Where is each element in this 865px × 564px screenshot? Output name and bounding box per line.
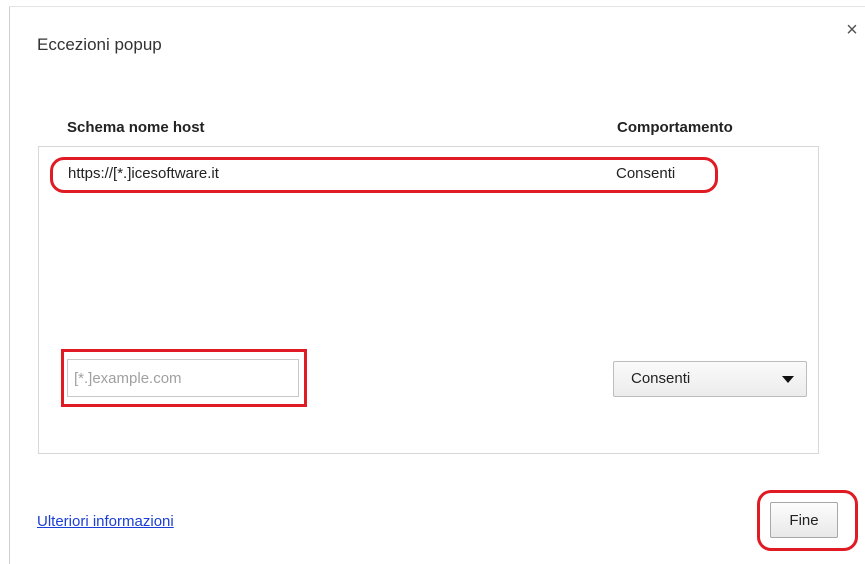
column-header-host-pattern: Schema nome host bbox=[67, 119, 205, 136]
done-button[interactable]: Fine bbox=[770, 502, 838, 538]
behavior-dropdown[interactable]: Consenti bbox=[613, 361, 807, 397]
behavior-dropdown-value: Consenti bbox=[631, 370, 691, 387]
more-info-link[interactable]: Ulteriori informazioni bbox=[37, 513, 174, 530]
annotation-highlight-input bbox=[61, 349, 307, 407]
popup-exceptions-dialog: Eccezioni popup × Schema nome host Compo… bbox=[0, 0, 865, 564]
chevron-down-icon bbox=[782, 376, 794, 383]
dialog-top-border bbox=[9, 6, 865, 7]
close-icon[interactable]: × bbox=[842, 20, 862, 40]
column-header-behavior: Comportamento bbox=[617, 119, 733, 136]
dialog-left-border bbox=[9, 6, 10, 564]
dialog-title: Eccezioni popup bbox=[37, 35, 162, 54]
annotation-highlight-row bbox=[50, 157, 718, 193]
